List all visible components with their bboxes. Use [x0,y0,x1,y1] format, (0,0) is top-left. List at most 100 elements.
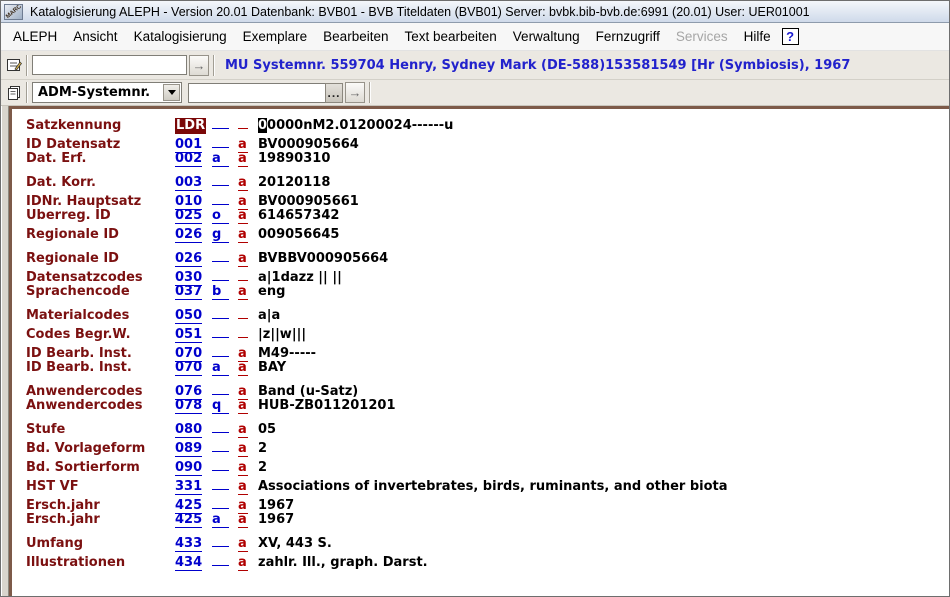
field-value[interactable]: BVBBV000905664 [258,251,949,266]
menu-item-text-bearbeiten[interactable]: Text bearbeiten [396,29,504,44]
field-value[interactable]: XV, 443 S. [258,536,949,551]
field-tag[interactable]: 078 [175,398,212,414]
search-input[interactable] [32,55,187,75]
field-indicators[interactable]: a [212,151,238,167]
subfield-code[interactable]: a [238,460,258,476]
field-indicators[interactable]: o [212,208,238,224]
subfield-code[interactable]: a [238,151,258,167]
field-value[interactable]: a|a [258,308,949,323]
field-tag[interactable]: 090 [175,460,212,476]
field-tag[interactable]: 080 [175,422,212,438]
field-value[interactable]: BV000905661 [258,194,949,209]
pane-splitter-handle[interactable] [1,106,9,596]
field-value[interactable]: 2 [258,460,949,475]
field-tag[interactable]: 434 [175,555,212,571]
subfield-code[interactable]: a [238,512,258,528]
field-tag[interactable]: 026 [175,251,212,267]
field-indicators[interactable]: q [212,398,238,414]
subfield-code[interactable]: a [238,360,258,376]
menu-item-exemplare[interactable]: Exemplare [235,29,316,44]
field-tag[interactable]: 089 [175,441,212,457]
field-tag[interactable]: 025 [175,208,212,224]
subfield-code[interactable]: a [238,227,258,243]
field-indicators[interactable]: a [212,512,238,528]
field-indicators[interactable] [212,189,238,209]
field-tag[interactable]: LDR [175,118,212,134]
subfield-code[interactable] [238,303,258,323]
field-tag[interactable]: 331 [175,479,212,495]
subfield-code[interactable] [238,113,258,133]
field-value[interactable]: HUB-ZB011201201 [258,398,949,413]
subfield-code[interactable]: a [238,555,258,571]
field-tag[interactable]: 002 [175,151,212,167]
help-icon[interactable]: ? [782,28,799,45]
menu-item-hilfe[interactable]: Hilfe [736,29,779,44]
browse-button[interactable]: ... [325,83,343,103]
field-value[interactable]: eng [258,284,949,299]
field-value[interactable]: 05 [258,422,949,437]
field-value[interactable]: 1967 [258,498,949,513]
field-indicators[interactable] [212,341,238,361]
field-tag[interactable]: 425 [175,512,212,528]
field-value[interactable]: 2 [258,441,949,456]
field-indicators[interactable] [212,436,238,456]
field-indicators[interactable] [212,455,238,475]
field-indicators[interactable] [212,379,238,399]
field-value[interactable]: Associations of invertebrates, birds, ru… [258,479,949,494]
field-tag[interactable]: 070 [175,360,212,376]
field-indicators[interactable]: g [212,227,238,243]
field-tag[interactable]: 026 [175,227,212,243]
menu-item-ansicht[interactable]: Ansicht [65,29,125,44]
field-indicators[interactable] [212,246,238,266]
field-value[interactable]: 614657342 [258,208,949,223]
menu-item-katalogisierung[interactable]: Katalogisierung [126,29,235,44]
field-value[interactable]: |z||w||| [258,327,949,342]
menu-item-aleph[interactable]: ALEPH [5,29,65,44]
adm-number-input[interactable] [188,83,325,103]
field-value[interactable]: BAY [258,360,949,375]
field-value[interactable]: 20120118 [258,175,949,190]
field-indicators[interactable] [212,474,238,494]
subfield-code[interactable]: a [238,536,258,552]
field-indicators[interactable]: b [212,284,238,300]
field-tag[interactable]: 050 [175,308,212,324]
subfield-code[interactable] [238,322,258,342]
field-value[interactable]: 009056645 [258,227,949,242]
field-tag[interactable]: 433 [175,536,212,552]
field-indicators[interactable] [212,493,238,513]
field-value[interactable]: a|1dazz || || [258,270,949,285]
subfield-code[interactable]: a [238,441,258,457]
field-indicators[interactable] [212,113,238,133]
field-value[interactable]: 00000nM2.01200024------u [258,118,949,133]
marc-window-icon[interactable]: MARC [4,4,23,20]
search-go-button[interactable]: → [189,55,209,76]
field-tag[interactable]: 037 [175,284,212,300]
subfield-code[interactable]: a [238,479,258,495]
field-tag[interactable]: 051 [175,327,212,343]
field-indicators[interactable] [212,417,238,437]
menu-item-bearbeiten[interactable]: Bearbeiten [315,29,396,44]
subfield-code[interactable]: a [238,175,258,191]
menu-item-fernzugriff[interactable]: Fernzugriff [588,29,668,44]
field-value[interactable]: 19890310 [258,151,949,166]
dropdown-button[interactable] [163,84,180,101]
adm-go-button[interactable]: → [345,82,365,103]
field-indicators[interactable] [212,265,238,285]
field-indicators[interactable] [212,322,238,342]
field-indicators[interactable] [212,303,238,323]
subfield-code[interactable]: a [238,284,258,300]
field-tag[interactable]: 003 [175,175,212,191]
menu-item-verwaltung[interactable]: Verwaltung [505,29,588,44]
field-value[interactable]: Band (u-Satz) [258,384,949,399]
field-value[interactable]: 1967 [258,512,949,527]
subfield-code[interactable] [238,265,258,285]
field-indicators[interactable] [212,550,238,570]
field-indicators[interactable]: a [212,360,238,376]
subfield-code[interactable]: a [238,398,258,414]
subfield-code[interactable]: a [238,422,258,438]
catalog-record-editor[interactable]: SatzkennungLDR00000nM2.01200024------uID… [9,106,949,596]
field-value[interactable]: zahlr. Ill., graph. Darst. [258,555,949,570]
field-indicators[interactable] [212,170,238,190]
field-indicators[interactable] [212,132,238,152]
field-value[interactable]: BV000905664 [258,137,949,152]
